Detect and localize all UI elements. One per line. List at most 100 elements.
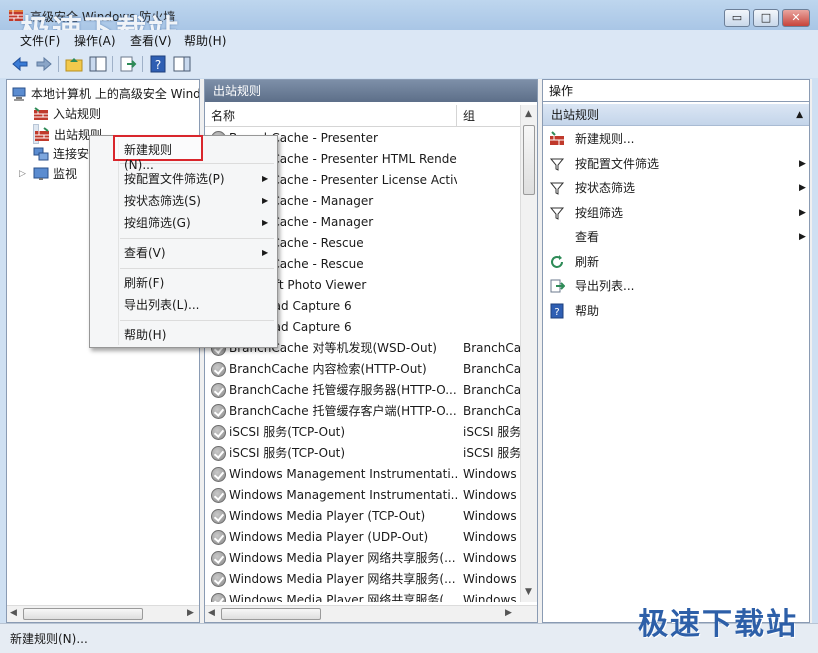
rule-name: Windows Media Player 网络共享服务(... bbox=[229, 572, 456, 586]
table-row[interactable]: BranchCache 托管缓存服务器(HTTP-O... BranchCache bbox=[205, 380, 520, 401]
table-row[interactable]: Windows Media Player 网络共享服务(... Windows bbox=[205, 590, 520, 602]
scroll-down-icon[interactable]: ▼ bbox=[525, 587, 532, 597]
collapse-arrow-icon[interactable]: ▲ bbox=[796, 104, 803, 126]
table-row[interactable]: Windows Media Player 网络共享服务(... Windows bbox=[205, 569, 520, 590]
context-menu-item[interactable]: 刷新(F) bbox=[124, 272, 164, 294]
menu-icon-gutter bbox=[118, 138, 119, 345]
submenu-arrow-icon: ▶ bbox=[799, 207, 806, 218]
rule-name: iSCSI 服务(TCP-Out) bbox=[229, 446, 346, 460]
table-row[interactable]: BranchCache 托管缓存客户端(HTTP-O... BranchCache bbox=[205, 401, 520, 422]
table-row[interactable]: BranchCache 内容检索(HTTP-Out) BranchCache bbox=[205, 359, 520, 380]
action-item[interactable]: 新建规则... bbox=[549, 127, 805, 151]
action-label: 按组筛选 bbox=[575, 205, 624, 220]
list-horizontal-scrollbar[interactable]: ◀ ▶ bbox=[205, 605, 537, 622]
rule-name: Windows Media Player (TCP-Out) bbox=[229, 509, 426, 523]
action-item[interactable]: 按配置文件筛选 ▶ bbox=[549, 152, 806, 176]
scrollbar-thumb[interactable] bbox=[523, 125, 535, 195]
back-arrow-icon[interactable] bbox=[10, 54, 30, 74]
up-folder-icon[interactable] bbox=[64, 54, 84, 74]
table-row[interactable]: Windows Management Instrumentati... Windo… bbox=[205, 464, 520, 485]
context-menu-item[interactable]: 导出列表(L)... bbox=[124, 294, 200, 316]
column-divider[interactable] bbox=[456, 105, 457, 127]
rule-name: BranchCache 托管缓存客户端(HTTP-O... bbox=[229, 404, 457, 418]
submenu-arrow-icon: ▶ bbox=[799, 232, 806, 242]
column-header-group[interactable]: 组 bbox=[463, 105, 475, 127]
scroll-left-icon[interactable]: ◀ bbox=[10, 608, 17, 618]
rule-enabled-icon bbox=[211, 488, 226, 503]
scroll-right-icon[interactable]: ▶ bbox=[187, 608, 194, 618]
rule-name: BranchCache 内容检索(HTTP-Out) bbox=[229, 362, 427, 376]
context-menu-item-new-rule-label[interactable]: 新建规则(N)... bbox=[124, 141, 201, 172]
new-rule-icon bbox=[549, 131, 565, 147]
tree-item-outbound-rules[interactable]: 出站规则 bbox=[33, 124, 102, 144]
action-item[interactable]: 按状态筛选 ▶ bbox=[549, 176, 806, 200]
forward-arrow-icon[interactable] bbox=[34, 54, 54, 74]
rule-enabled-icon bbox=[211, 383, 226, 398]
action-item[interactable]: 按组筛选 ▶ bbox=[549, 201, 806, 225]
action-label: 刷新 bbox=[575, 254, 600, 269]
table-row[interactable]: Windows Management Instrumentati... Windo… bbox=[205, 485, 520, 506]
submenu-arrow-icon: ▶ bbox=[799, 183, 806, 193]
minimize-button[interactable]: ▭ bbox=[724, 9, 750, 27]
list-vertical-scrollbar[interactable]: ▲ ▼ bbox=[520, 105, 537, 602]
actions-subheader[interactable]: 出站规则 ▲ bbox=[543, 104, 809, 126]
column-header-name[interactable]: 名称 bbox=[211, 105, 235, 127]
rule-name: Windows Media Player (UDP-Out) bbox=[229, 530, 429, 544]
menu-help[interactable]: 帮助(H) bbox=[184, 32, 226, 49]
expand-arrow-icon[interactable]: ▷ bbox=[19, 164, 26, 184]
toolbar-separator bbox=[58, 56, 59, 72]
filter-icon bbox=[549, 156, 565, 172]
menu-separator bbox=[120, 238, 274, 239]
close-button[interactable]: ✕ bbox=[782, 9, 810, 27]
menu-file[interactable]: 文件(F) bbox=[20, 32, 60, 49]
action-item[interactable]: 导出列表... bbox=[549, 274, 805, 298]
rule-enabled-icon bbox=[211, 572, 226, 587]
table-row[interactable]: Windows Media Player (TCP-Out) Windows bbox=[205, 506, 520, 527]
menu-separator bbox=[120, 268, 274, 269]
context-menu-item[interactable]: 按状态筛选(S) bbox=[124, 190, 201, 212]
toolbar: ? bbox=[0, 50, 818, 78]
inbound-rules-icon bbox=[34, 107, 48, 120]
tree-root[interactable]: 本地计算机 上的高级安全 Windows 防火墙 bbox=[11, 84, 199, 104]
menu-action[interactable]: 操作(A) bbox=[74, 32, 116, 49]
rule-group: BranchCache bbox=[463, 341, 520, 355]
list-column-headers: 名称 组 bbox=[205, 105, 520, 127]
menu-bar: 文件(F) 操作(A) 查看(V) 帮助(H) bbox=[0, 30, 818, 50]
export-list-icon[interactable] bbox=[118, 54, 138, 74]
action-item[interactable]: 刷新 bbox=[549, 250, 805, 274]
refresh-icon bbox=[549, 254, 565, 270]
context-menu-item[interactable]: 查看(V) bbox=[124, 242, 166, 264]
rule-enabled-icon bbox=[211, 362, 226, 377]
context-menu-item[interactable]: 按组筛选(G) bbox=[124, 212, 191, 234]
help-icon[interactable]: ? bbox=[148, 54, 168, 74]
table-row[interactable]: Windows Media Player (UDP-Out) Windows bbox=[205, 527, 520, 548]
highlighted-new-rule-box[interactable]: 新建规则(N)... bbox=[113, 135, 203, 172]
action-label: 查看 bbox=[575, 230, 600, 244]
title-bar: 高级安全 Windows 防火墙 极速下载站 ▭ □ ✕ bbox=[0, 0, 818, 49]
table-row[interactable]: iSCSI 服务(TCP-Out) iSCSI 服务 bbox=[205, 422, 520, 443]
table-row[interactable]: Windows Media Player 网络共享服务(... Windows bbox=[205, 548, 520, 569]
context-menu-item[interactable]: 帮助(H) bbox=[124, 324, 166, 346]
maximize-button[interactable]: □ bbox=[753, 9, 779, 27]
submenu-arrow-icon: ▶ bbox=[799, 158, 806, 169]
scrollbar-thumb[interactable] bbox=[23, 608, 143, 620]
help-icon: ? bbox=[549, 303, 565, 319]
action-item[interactable]: ? 帮助 bbox=[549, 299, 805, 323]
table-row[interactable]: iSCSI 服务(TCP-Out) iSCSI 服务 bbox=[205, 443, 520, 464]
rule-group: iSCSI 服务 bbox=[463, 425, 520, 439]
scroll-left-icon[interactable]: ◀ bbox=[208, 608, 215, 618]
rule-group: Windows bbox=[463, 467, 517, 481]
tree-horizontal-scrollbar[interactable]: ◀ ▶ bbox=[7, 605, 199, 622]
rule-enabled-icon bbox=[211, 551, 226, 566]
menu-view[interactable]: 查看(V) bbox=[130, 32, 172, 49]
action-item[interactable]: 查看 ▶ bbox=[549, 225, 806, 249]
action-label: 导出列表... bbox=[575, 279, 635, 293]
tree-item-label: 监视 bbox=[53, 167, 78, 181]
rule-enabled-icon bbox=[211, 404, 226, 419]
scroll-up-icon[interactable]: ▲ bbox=[525, 109, 532, 119]
rule-group: Windows bbox=[463, 572, 517, 586]
show-action-pane-icon[interactable] bbox=[172, 54, 192, 74]
scroll-right-icon[interactable]: ▶ bbox=[505, 608, 512, 618]
show-hide-tree-icon[interactable] bbox=[88, 54, 108, 74]
scrollbar-thumb[interactable] bbox=[221, 608, 321, 620]
